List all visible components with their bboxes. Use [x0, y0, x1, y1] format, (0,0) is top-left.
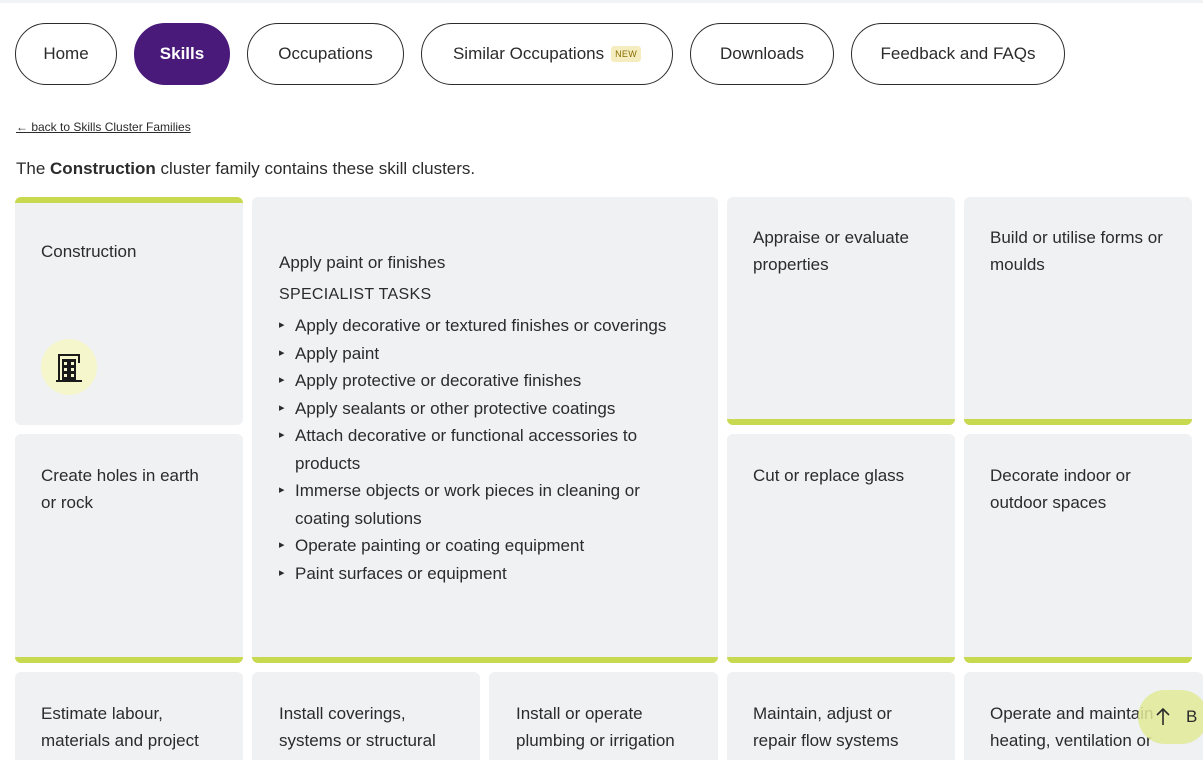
cluster-card[interactable]: Decorate indoor or outdoor spaces — [964, 434, 1192, 663]
nav-occupations[interactable]: Occupations — [247, 23, 404, 85]
nav-similar-occupations-label: Similar Occupations — [452, 44, 605, 63]
family-card-construction[interactable]: Construction — [15, 197, 243, 425]
nav-skills-label: Skills — [159, 44, 205, 63]
back-to-top-label: B — [1186, 707, 1198, 726]
building-construction-icon — [41, 339, 97, 395]
task-item: Immerse objects or work pieces in cleani… — [279, 477, 699, 532]
nav-downloads[interactable]: Downloads — [690, 23, 834, 85]
task-item: Apply decorative or textured finishes or… — [279, 312, 699, 340]
accent-bar — [15, 197, 243, 203]
cluster-card[interactable]: Install coverings, systems or structural — [252, 672, 480, 760]
cluster-card[interactable]: Maintain, adjust or repair flow systems — [727, 672, 955, 760]
nav-similar-occupations[interactable]: Similar Occupations NEW — [421, 23, 673, 85]
back-to-top-button[interactable]: B — [1138, 690, 1203, 744]
task-item: Operate painting or coating equipment — [279, 532, 699, 560]
accent-bar — [727, 419, 955, 425]
nav-occupations-label: Occupations — [278, 44, 373, 63]
specialist-tasks-heading: SPECIALIST TASKS — [279, 286, 432, 303]
cluster-card[interactable]: Estimate labour, materials and project — [15, 672, 243, 760]
accent-bar — [15, 657, 243, 663]
nav-downloads-label: Downloads — [719, 44, 805, 63]
accent-bar — [727, 657, 955, 663]
cluster-card-title: Install or operate plumbing or irrigatio… — [516, 704, 675, 750]
expanded-card-title: Apply paint or finishes — [279, 253, 446, 272]
cluster-card[interactable]: Build or utilise forms or moulds — [964, 197, 1192, 425]
task-item: Paint surfaces or equipment — [279, 560, 699, 588]
nav-home[interactable]: Home — [15, 23, 117, 85]
cluster-card-title: Install coverings, systems or structural — [279, 704, 436, 750]
cluster-card-apply-paint-or-finishes[interactable]: Apply paint or finishes SPECIALIST TASKS… — [252, 197, 718, 663]
task-item: Apply protective or decorative finishes — [279, 367, 699, 395]
cluster-card-title: Build or utilise forms or moulds — [990, 228, 1163, 274]
cluster-card-title: Create holes in earth or rock — [41, 466, 199, 512]
cluster-card-title: Maintain, adjust or repair flow systems — [753, 704, 899, 750]
intro-suffix: cluster family contains these skill clus… — [155, 159, 476, 178]
task-item: Apply sealants or other protective coati… — [279, 395, 699, 423]
cluster-card-title: Estimate labour, materials and project — [41, 704, 199, 750]
new-badge: NEW — [611, 46, 642, 62]
cluster-card[interactable]: Cut or replace glass — [727, 434, 955, 663]
intro-family-name: Construction — [50, 159, 156, 178]
specialist-tasks-list: Apply decorative or textured finishes or… — [279, 312, 699, 587]
cluster-card-title: Decorate indoor or outdoor spaces — [990, 466, 1131, 512]
cluster-card[interactable]: Install or operate plumbing or irrigatio… — [489, 672, 718, 760]
nav-feedback-faqs[interactable]: Feedback and FAQs — [851, 23, 1065, 85]
cluster-card-title: Cut or replace glass — [753, 466, 905, 485]
accent-bar — [964, 657, 1192, 663]
nav-skills[interactable]: Skills — [134, 23, 230, 85]
nav-feedback-label: Feedback and FAQs — [880, 44, 1036, 63]
cluster-card[interactable]: Create holes in earth or rock — [15, 434, 243, 663]
intro-text: The Construction cluster family contains… — [16, 159, 475, 179]
nav-home-label: Home — [43, 44, 89, 63]
accent-bar — [964, 419, 1192, 425]
task-item: Apply paint — [279, 340, 699, 368]
accent-bar — [252, 657, 718, 663]
task-item: Attach decorative or functional accessor… — [279, 422, 699, 477]
family-card-title: Construction — [41, 242, 137, 261]
top-divider — [0, 0, 1203, 3]
back-to-skills-cluster-families-link[interactable]: ← back to Skills Cluster Families — [16, 120, 191, 134]
intro-prefix: The — [16, 159, 51, 178]
cluster-card-title: Appraise or evaluate properties — [753, 228, 909, 274]
cluster-card[interactable]: Appraise or evaluate properties — [727, 197, 955, 425]
arrow-up-icon — [1156, 708, 1170, 725]
